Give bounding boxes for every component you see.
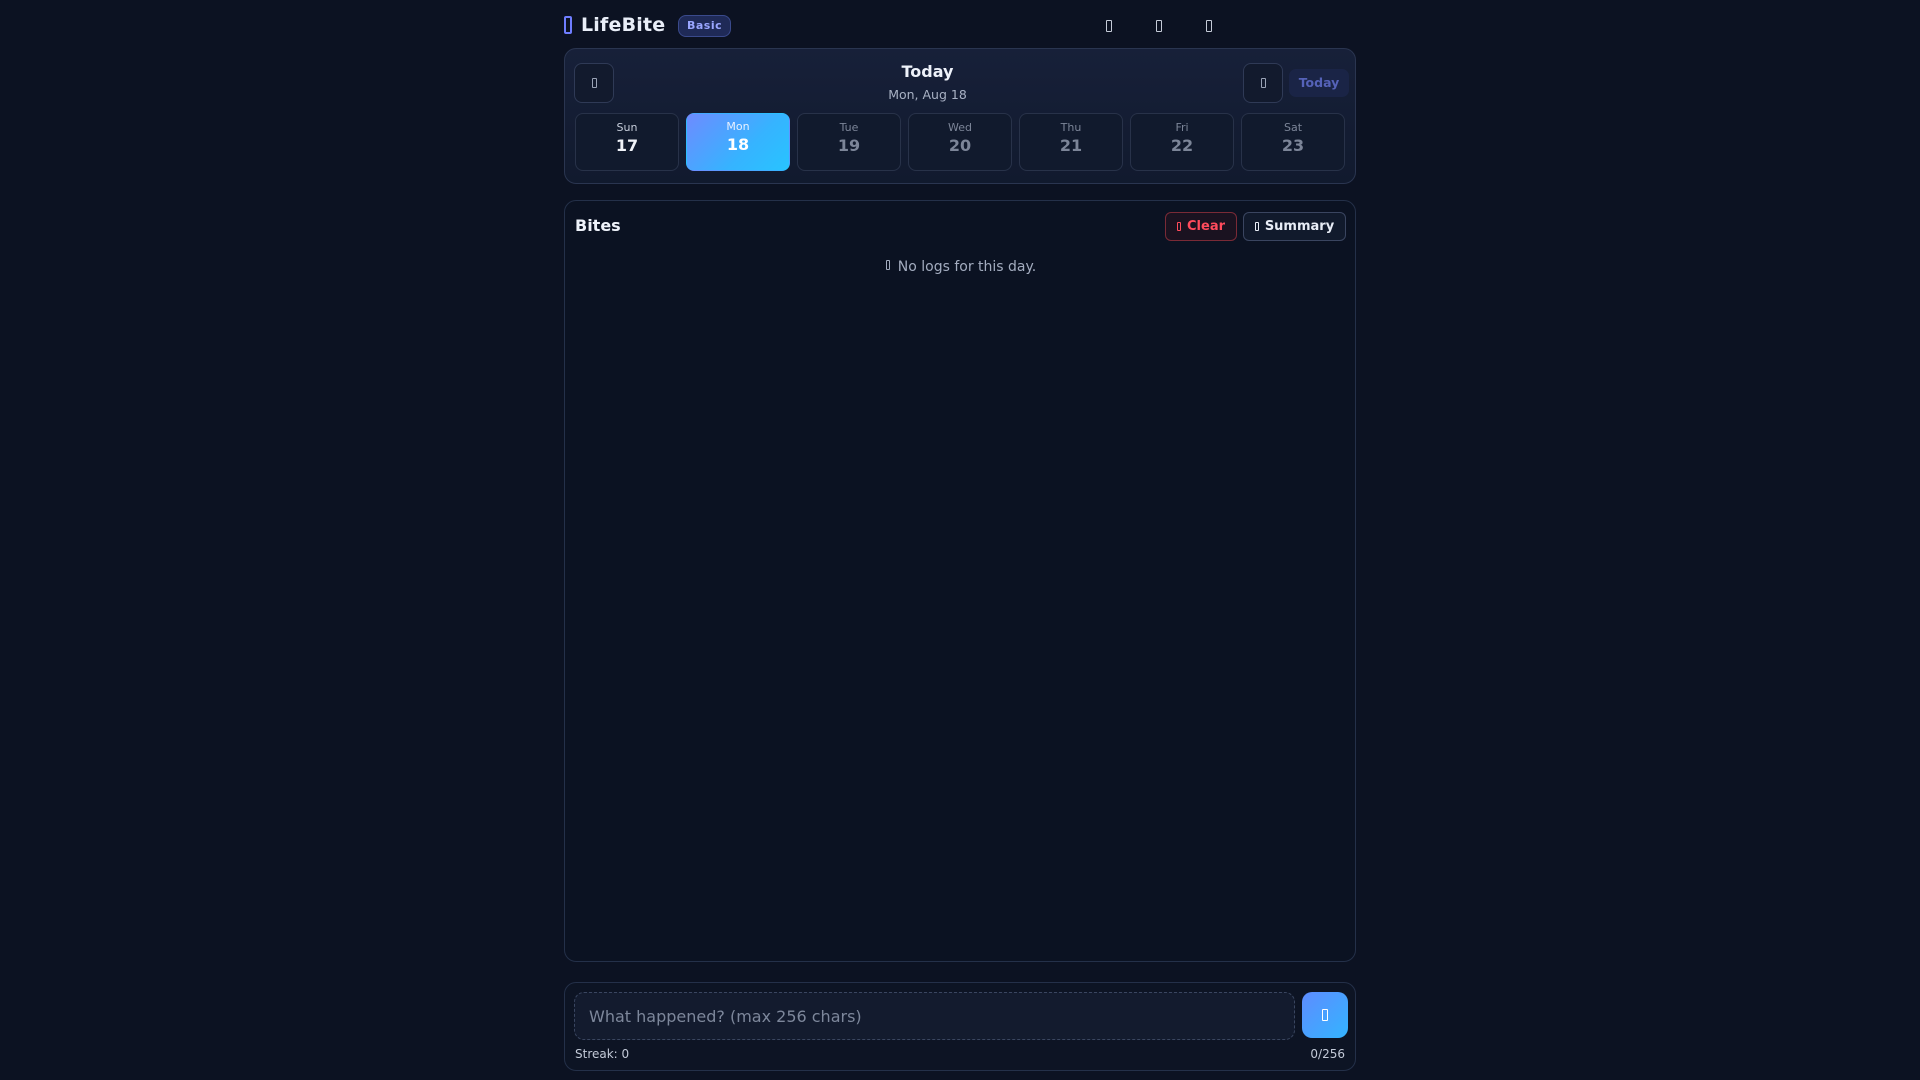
clear-button[interactable]: Clear [1165, 212, 1237, 241]
empty-message: No logs for this day. [897, 259, 1037, 275]
day-number: 21 [1059, 136, 1083, 155]
next-day-button[interactable] [1243, 63, 1283, 103]
settings-button[interactable] [1197, 14, 1221, 38]
today-button[interactable]: Today [1289, 69, 1349, 97]
day-number: 19 [837, 136, 861, 155]
day-thu[interactable]: Thu 21 [1019, 113, 1123, 171]
day-number: 17 [615, 136, 639, 155]
empty-state: No logs for this day. [565, 259, 1357, 275]
app-container: LifeBite Basic Today Mon, Aug 18 Today S… [564, 0, 1356, 1080]
day-sat[interactable]: Sat 23 [1241, 113, 1345, 171]
day-name: Thu [1060, 121, 1082, 134]
stats-button[interactable] [1097, 14, 1121, 38]
date-subtitle: Mon, Aug 18 [888, 87, 967, 102]
send-button[interactable] [1302, 992, 1348, 1038]
send-icon [1322, 1009, 1328, 1021]
week-strip: Sun 17 Mon 18 Tue 19 Wed 20 Thu 21 Fri 2… [575, 113, 1345, 171]
trash-icon [1177, 222, 1181, 231]
day-name: Fri [1175, 121, 1189, 134]
date-title: Today [901, 62, 954, 81]
streak-counter: Streak: 0 [575, 1047, 630, 1061]
day-name: Sat [1283, 121, 1303, 134]
summary-button[interactable]: Summary [1243, 212, 1346, 241]
day-name: Tue [839, 121, 859, 134]
theme-icon [1156, 20, 1162, 32]
info-icon [885, 260, 890, 270]
day-number: 20 [948, 136, 972, 155]
day-number: 23 [1281, 136, 1305, 155]
log-composer: Streak: 0 0/256 [564, 982, 1356, 1071]
day-fri[interactable]: Fri 22 [1130, 113, 1234, 171]
document-icon [1254, 222, 1259, 231]
day-mon[interactable]: Mon 18 [686, 113, 790, 171]
bites-panel: Bites Clear Summary No logs for this day… [564, 200, 1356, 962]
book-icon [564, 16, 572, 34]
day-wed[interactable]: Wed 20 [908, 113, 1012, 171]
day-name: Sun [616, 121, 638, 134]
app-name: LifeBite [581, 14, 666, 36]
log-input[interactable] [574, 992, 1295, 1040]
day-number: 18 [726, 135, 750, 154]
clear-label: Clear [1187, 219, 1225, 234]
theme-toggle-button[interactable] [1147, 14, 1171, 38]
day-name: Wed [948, 121, 972, 134]
bites-title: Bites [575, 216, 621, 235]
day-tue[interactable]: Tue 19 [797, 113, 901, 171]
chevron-right-icon [1260, 78, 1266, 88]
plan-badge: Basic [678, 15, 732, 37]
date-navigator: Today Mon, Aug 18 Today Sun 17 Mon 18 Tu… [564, 48, 1356, 184]
day-sun[interactable]: Sun 17 [575, 113, 679, 171]
settings-icon [1206, 20, 1212, 32]
stats-icon [1106, 20, 1112, 32]
char-count: 0/256 [1310, 1047, 1345, 1061]
app-header: LifeBite Basic [564, 0, 1356, 50]
summary-label: Summary [1264, 219, 1335, 234]
day-number: 22 [1170, 136, 1194, 155]
day-name: Mon [726, 120, 750, 133]
